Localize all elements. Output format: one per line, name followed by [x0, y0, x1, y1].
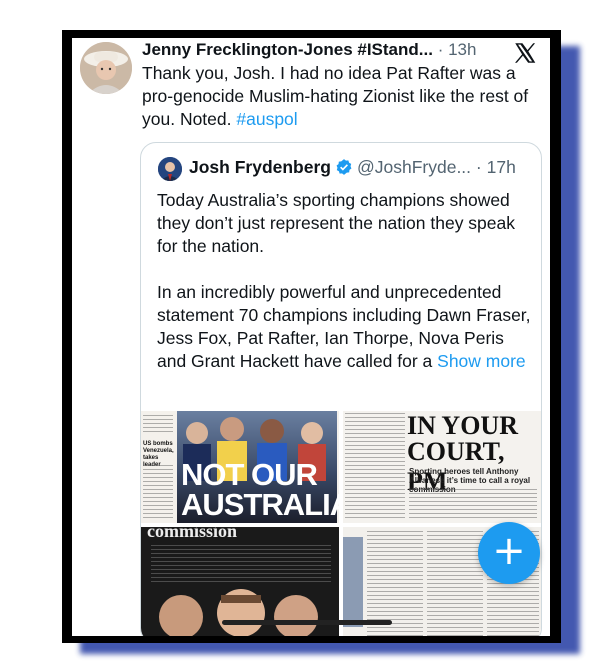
- newspaper-text-lines: [427, 531, 483, 636]
- scroll-handle[interactable]: [222, 620, 392, 625]
- author-name[interactable]: Jenny Frecklington-Jones #IStand...: [142, 40, 433, 59]
- front1-photo: NOT OUR AUSTRALIA: [177, 411, 339, 523]
- tweet-header: Jenny Frecklington-Jones #IStand... · 13…: [142, 40, 542, 62]
- newspaper-text-lines: [143, 465, 173, 521]
- quoted-avatar[interactable]: [158, 157, 182, 181]
- quoted-time[interactable]: · 17h: [476, 157, 516, 177]
- newspaper-text-lines: [345, 413, 405, 521]
- tweet-text: Thank you, Josh. I had no idea Pat Rafte…: [142, 62, 542, 131]
- quoted-header: Josh Frydenberg @JoshFryde... · 17h: [189, 157, 516, 181]
- show-more-link[interactable]: Show more: [437, 351, 526, 371]
- front1-headline-line2: AUSTRALIA: [181, 487, 339, 522]
- newspaper-front-in-your-court[interactable]: IN YOUR COURT, PM Sporting heroes tell A…: [343, 411, 541, 523]
- quoted-handle[interactable]: @JoshFryde...: [357, 157, 471, 177]
- quoted-text: Today Australia’s sporting champions sho…: [157, 189, 533, 396]
- tweet-card[interactable]: Jenny Frecklington-Jones #IStand... · 13…: [72, 38, 550, 636]
- media-grid[interactable]: US bombs Venezuela, takes leader NOT OUR…: [141, 411, 541, 636]
- quoted-paragraph-1: Today Australia’s sporting champions sho…: [157, 190, 516, 256]
- newspaper-front-not-our-australia[interactable]: US bombs Venezuela, takes leader NOT OUR…: [141, 411, 339, 523]
- tweet-time[interactable]: · 13h: [438, 40, 477, 59]
- newspaper-text-lines: [143, 415, 173, 435]
- tweet-body: Thank you, Josh. I had no idea Pat Rafte…: [142, 63, 529, 129]
- newspaper-text-lines: [409, 489, 537, 521]
- athlete-faces-icon: [159, 589, 318, 636]
- hashtag-link[interactable]: #auspol: [236, 109, 297, 129]
- avatar[interactable]: [80, 42, 132, 94]
- quoted-author-name[interactable]: Josh Frydenberg: [189, 157, 331, 177]
- article-photo: [343, 537, 363, 627]
- verified-badge-icon: [335, 158, 353, 181]
- compose-fab-button[interactable]: +: [478, 522, 540, 584]
- page3-heading: commission: [147, 527, 237, 541]
